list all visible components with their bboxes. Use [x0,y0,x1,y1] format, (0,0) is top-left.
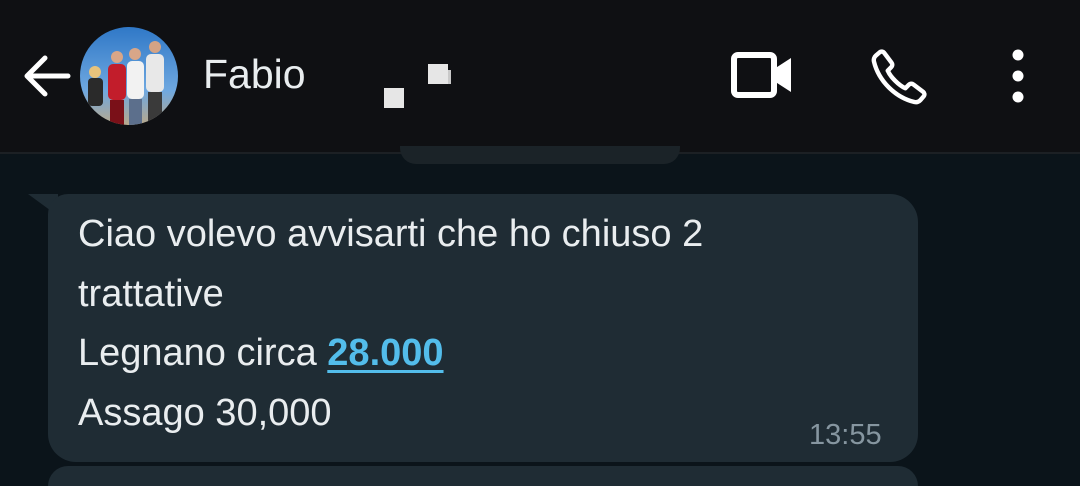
more-vertical-icon [1012,49,1024,103]
status-indicator [384,64,464,108]
voice-call-button[interactable] [866,44,932,110]
video-call-button[interactable] [730,47,796,105]
status-pixel-icon [384,64,451,108]
message-line: Legnano circa 28.000 [78,324,898,384]
contact-name[interactable]: Fabio [203,48,306,100]
message-text: Ciao volevo avvisarti che ho chiuso 2 tr… [78,205,898,443]
status-text [384,64,385,65]
arrow-left-icon [24,55,71,97]
message-line: trattative [78,272,224,315]
group-photo-avatar [80,27,178,125]
more-options-button[interactable] [995,44,1041,110]
phone-number-link[interactable]: 28.000 [327,332,443,374]
chat-header: Fabio [0,0,1080,152]
message-line: Ciao volevo avvisarti che ho chiuso 2 [78,213,704,255]
video-camera-icon [731,52,791,98]
date-chip [400,146,680,164]
message-timestamp: 13:55 [809,419,882,451]
message-line: Assago 30,000 [78,391,332,434]
back-button[interactable] [18,48,74,104]
avatar[interactable] [80,27,178,125]
next-message-bubble[interactable] [48,466,918,486]
message-line-prefix: Legnano circa [78,332,328,374]
phone-icon [871,49,927,105]
